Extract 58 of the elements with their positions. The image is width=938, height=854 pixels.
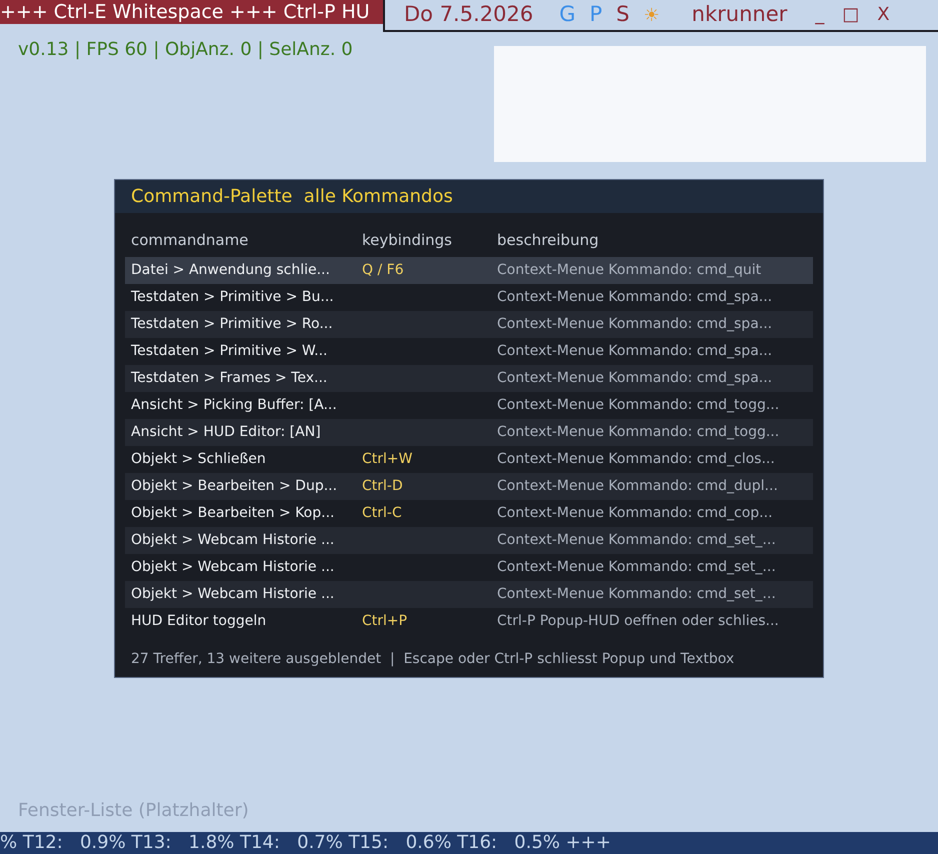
command-name: Testdaten > Primitive > Ro... (131, 314, 334, 334)
command-name: Objekt > Webcam Historie ... (131, 558, 336, 576)
command-name: Objekt > Bearbeiten > Kop... (131, 504, 336, 522)
status-bar: % T12: 0.9% T13: 1.8% T14: 0.7% T15: 0.6% T16: 0.5% +++ (0, 832, 938, 854)
keybinding: Ctrl+P (362, 612, 408, 628)
palette-footer: 27 Treffer, 13 weitere ausgeblendet | Escape oder Ctrl-P schliesst Popup und Textbox (115, 634, 823, 676)
column-header: keybindings (362, 230, 453, 251)
indicator-letter: G (559, 1, 576, 28)
command-description: Context-Menue Kommando: cmd_set_... (497, 558, 776, 576)
command-name: Objekt > Bearbeiten > Dup... (131, 476, 338, 496)
command-description: Context-Menue Kommando: cmd_quit (497, 260, 762, 280)
command-description: Ctrl-P Popup-HUD oeffnen oder schlies... (497, 612, 779, 630)
column-header: commandname (131, 230, 250, 251)
command-name: Ansicht > Picking Buffer: [A... (131, 396, 338, 414)
command-description: Context-Menue Kommando: cmd_togg... (497, 422, 780, 442)
command-row[interactable]: Objekt > Webcam Historie ... Context-Menue Kommando: cmd_set_... (125, 526, 813, 554)
command-description: Context-Menue Kommando: cmd_set_... (497, 530, 776, 550)
command-row[interactable]: Testdaten > Primitive > Ro... Context-Menue Kommando: cmd_spa... (125, 310, 813, 338)
command-name: HUD Editor toggeln (131, 612, 268, 630)
column-header: beschreibung (497, 230, 599, 251)
command-name: Testdaten > Frames > Tex... (131, 368, 328, 388)
command-name: Datei > Anwendung schlie... (131, 260, 331, 280)
command-description: Context-Menue Kommando: cmd_togg... (497, 396, 780, 414)
command-row[interactable]: Datei > Anwendung schlie... Q / F6 Context-Menue Kommando: cmd_quit (125, 256, 813, 284)
command-name: Objekt > Webcam Historie ... (131, 530, 336, 550)
command-name: Testdaten > Primitive > Bu... (131, 288, 335, 306)
command-name: Testdaten > Primitive > W... (131, 342, 329, 360)
window-button[interactable]: X (875, 6, 892, 24)
indicator-letter: P (590, 1, 602, 28)
command-description: Context-Menue Kommando: cmd_cop... (497, 504, 773, 522)
keybinding: Ctrl-C (362, 504, 402, 520)
command-name: Objekt > Webcam Historie ... (131, 584, 336, 604)
command-row[interactable]: Ansicht > HUD Editor: [AN] Context-Menue Kommando: cmd_togg... (125, 418, 813, 446)
command-description: Context-Menue Kommando: cmd_spa... (497, 288, 772, 306)
command-description: Context-Menue Kommando: cmd_spa... (497, 314, 772, 334)
command-row[interactable]: Objekt > Webcam Historie ... Context-Menue Kommando: cmd_set_... (125, 580, 813, 608)
command-description: Context-Menue Kommando: cmd_clos... (497, 450, 775, 468)
command-row[interactable]: Testdaten > Frames > Tex... Context-Menue Kommando: cmd_spa... (125, 364, 813, 392)
date-text: Do 7.5.2026 (404, 1, 534, 28)
window-list-label: Fenster-Liste (Platzhalter) (18, 799, 250, 823)
command-row[interactable]: Objekt > Bearbeiten > Dup... Ctrl-D Context-Menue Kommando: cmd_dupl... (125, 472, 813, 500)
stats-text: v0.13 | FPS 60 | ObjAnz. 0 | SelAnz. 0 (18, 38, 353, 62)
window-button[interactable]: □ (840, 6, 862, 24)
weather-icon: ☀ (644, 2, 660, 28)
ticker-text: +++ Ctrl-E Whitespace +++ Ctrl-P HU (0, 0, 383, 24)
keybinding: Ctrl+W (362, 450, 412, 466)
command-name: Ansicht > HUD Editor: [AN] (131, 422, 322, 442)
window-button[interactable]: _ (813, 6, 826, 24)
command-description: Context-Menue Kommando: cmd_set_... (497, 584, 776, 604)
palette-title: Command-Palette alle Kommandos (115, 180, 823, 213)
keybinding: Q / F6 (362, 262, 404, 278)
user-name: nkrunner (692, 1, 788, 28)
indicator-letter: S (616, 1, 630, 28)
command-description: Context-Menue Kommando: cmd_spa... (497, 342, 772, 360)
keybinding: Ctrl-D (362, 478, 403, 494)
command-name: Objekt > Schließen (131, 450, 267, 468)
command-description: Context-Menue Kommando: cmd_dupl... (497, 476, 778, 496)
command-description: Context-Menue Kommando: cmd_spa... (497, 368, 772, 388)
